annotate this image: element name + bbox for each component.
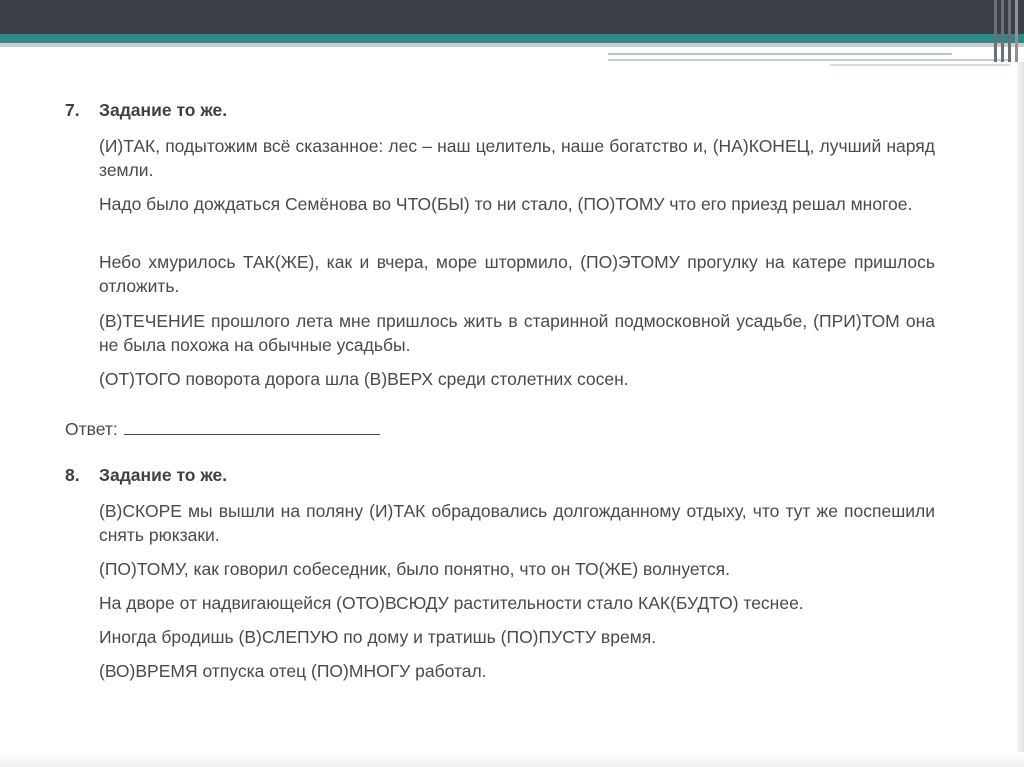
task-8-sentence-2: (ПО)ТОМУ, как говорил собеседник, было п…	[99, 559, 730, 579]
task-title: Задание то же.	[99, 465, 228, 485]
task-8-sentence-4: Иногда бродишь (В)СЛЕПУЮ по дому и трати…	[99, 627, 657, 647]
slide-content: 7. Задание то же. (И)ТАК, подытожим всё с…	[0, 0, 1000, 767]
task-8-sentence-1: (В)СКОРЕ мы вышли на поляну (И)ТАК обрад…	[99, 501, 935, 545]
right-edge-shadow	[1017, 62, 1024, 767]
task-number: 7.	[65, 100, 80, 120]
task-number: 8.	[65, 465, 80, 485]
task-7-sentence-1: (И)ТАК, подытожим всё сказанное: лес – н…	[99, 136, 935, 180]
header-vertical-bar	[1001, 0, 1004, 62]
task-7-sentence-4: (В)ТЕЧЕНИЕ прошлого лета мне пришлось жи…	[99, 311, 935, 355]
header-vertical-bar	[1008, 0, 1011, 62]
task-8-sentence-5: (ВО)ВРЕМЯ отпуска отец (ПО)МНОГУ работал…	[99, 661, 487, 681]
task-7-sentence-3: Небо хмурилось ТАК(ЖЕ), как и вчера, мор…	[99, 252, 935, 296]
answer-row: Ответ:	[65, 418, 380, 440]
answer-blank-line[interactable]	[123, 418, 380, 435]
header-vertical-bar	[1015, 0, 1018, 62]
task-8-heading: 8. Задание то же.	[65, 465, 227, 486]
task-7-sentence-5: (ОТ)ТОГО поворота дорога шла (В)ВЕРХ сре…	[99, 369, 629, 389]
task-7-sentence-2: Надо было дождаться Семёнова во ЧТО(БЫ) …	[99, 194, 913, 214]
task-title: Задание то же.	[99, 100, 228, 120]
answer-label: Ответ:	[65, 419, 118, 439]
task-8-sentence-3: На дворе от надвигающейся (ОТО)ВСЮДУ рас…	[99, 593, 804, 613]
task-7-heading: 7. Задание то же.	[65, 100, 227, 121]
